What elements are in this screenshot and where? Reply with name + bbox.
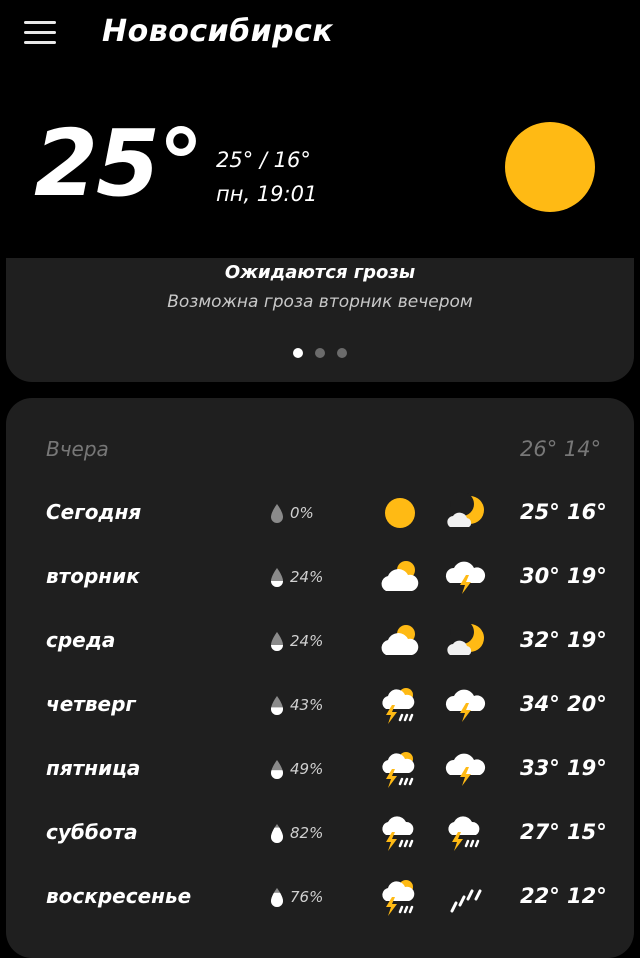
precipitation: 49% <box>270 758 323 780</box>
thunder-rain-sun-icon <box>378 749 422 789</box>
precipitation-value: 0% <box>290 504 314 522</box>
current-min-max: 25° / 16° <box>216 148 311 172</box>
drop-icon <box>270 566 284 588</box>
moon-cloud-icon <box>444 620 488 661</box>
precipitation: 24% <box>270 630 323 652</box>
page-dot[interactable] <box>337 348 347 358</box>
forecast-row[interactable]: Сегодня 0% 25° 16° <box>6 487 634 537</box>
day-label: четверг <box>46 692 136 716</box>
forecast-row[interactable]: воскресенье 76% 22° 12° <box>6 871 634 921</box>
day-label: пятница <box>46 756 141 780</box>
forecast-card: Вчера 26° 14° Сегодня 0% 25° 16° вторник 2… <box>6 398 634 958</box>
thunder-rain-sun-icon <box>378 685 422 725</box>
day-temperatures: 26° 14° <box>520 437 602 461</box>
precipitation-value: 82% <box>290 824 324 842</box>
precipitation-value: 49% <box>290 760 324 778</box>
precipitation-value: 24% <box>290 632 324 650</box>
precipitation: 43% <box>270 694 323 716</box>
forecast-row[interactable]: суббота 82% 27° 15° <box>6 807 634 857</box>
drop-icon <box>270 694 284 716</box>
day-temperatures: 30° 19° <box>520 564 607 588</box>
current-datetime: пн, 19:01 <box>216 182 318 206</box>
precipitation: 24% <box>270 566 323 588</box>
page-dot[interactable] <box>315 348 325 358</box>
day-label: суббота <box>46 820 138 844</box>
city-title[interactable]: Новосибирск <box>102 14 333 49</box>
page-dot[interactable] <box>293 348 303 358</box>
rain-icon <box>444 877 488 917</box>
current-temperature: 25° <box>34 110 204 217</box>
day-temperatures: 32° 19° <box>520 628 607 652</box>
day-temperatures: 33° 19° <box>520 756 607 780</box>
alert-subtitle: Возможна гроза вторник вечером <box>167 292 473 312</box>
forecast-row[interactable]: среда 24% 32° 19° <box>6 615 634 665</box>
precipitation: 76% <box>270 886 323 908</box>
drop-icon <box>270 502 284 524</box>
day-temperatures: 22° 12° <box>520 884 607 908</box>
forecast-row[interactable]: четверг 43% 34° 20° <box>6 679 634 729</box>
thunder-cloud-icon <box>444 749 488 789</box>
drop-icon <box>270 886 284 908</box>
forecast-row[interactable]: пятница 49% 33° 19° <box>6 743 634 793</box>
day-label: воскресенье <box>46 884 192 908</box>
thunder-rain-icon <box>378 813 422 853</box>
drop-icon <box>270 822 284 844</box>
precipitation: 82% <box>270 822 323 844</box>
day-label: Вчера <box>46 437 109 461</box>
precipitation-value: 43% <box>290 696 324 714</box>
moon-cloud-icon <box>444 492 488 533</box>
thunder-rain-sun-icon <box>378 877 422 917</box>
forecast-row[interactable]: вторник 24% 30° 19° <box>6 551 634 601</box>
precipitation-value: 76% <box>290 888 324 906</box>
sun-icon <box>378 493 422 533</box>
drop-icon <box>270 758 284 780</box>
page-indicator <box>6 348 634 358</box>
precipitation-value: 24% <box>290 568 324 586</box>
thunder-cloud-icon <box>444 557 488 597</box>
sun-icon <box>505 122 595 212</box>
precipitation: 0% <box>270 502 314 524</box>
day-temperatures: 27° 15° <box>520 820 607 844</box>
forecast-row-yesterday[interactable]: Вчера 26° 14° <box>6 424 634 474</box>
day-temperatures: 34° 20° <box>520 692 607 716</box>
drop-icon <box>270 630 284 652</box>
day-label: вторник <box>46 564 140 588</box>
day-label: среда <box>46 628 116 652</box>
alert-card[interactable]: Ожидаются грозы Возможна гроза вторник в… <box>6 258 634 382</box>
thunder-rain-icon <box>444 813 488 853</box>
thunder-cloud-icon <box>444 685 488 725</box>
alert-title: Ожидаются грозы <box>224 262 416 283</box>
menu-icon[interactable] <box>24 18 58 48</box>
day-label: Сегодня <box>46 500 142 524</box>
cloud-sun-icon <box>378 621 422 661</box>
top-bar: Новосибирск <box>0 0 640 70</box>
cloud-sun-icon <box>378 557 422 597</box>
day-temperatures: 25° 16° <box>520 500 607 524</box>
